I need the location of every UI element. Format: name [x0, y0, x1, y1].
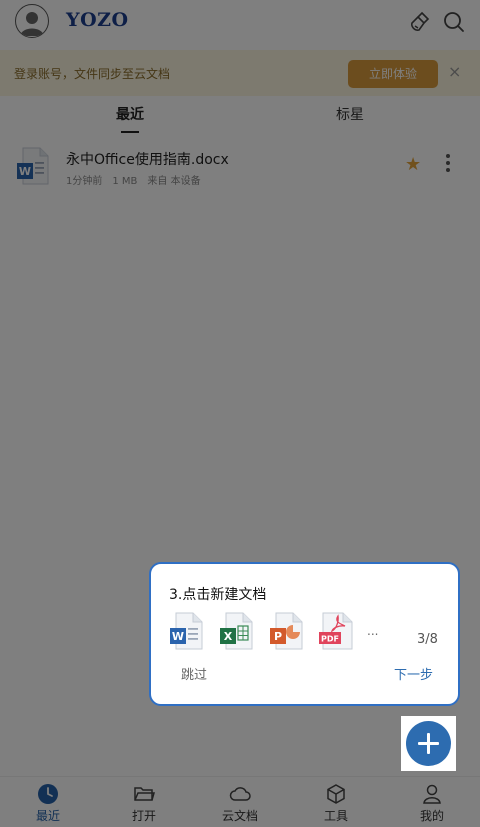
word-icon: W — [170, 612, 203, 650]
excel-icon: X — [220, 612, 253, 650]
guide-card: 3.点击新建文档 W X P PDF ... 3/8 跳过 下一步 — [149, 562, 460, 706]
svg-text:X: X — [224, 630, 233, 643]
guide-title: 3.点击新建文档 — [169, 587, 267, 603]
svg-text:PDF: PDF — [321, 635, 339, 644]
doc-type-icons: W X P PDF — [169, 612, 369, 650]
more-types-ellipsis: ... — [367, 624, 379, 638]
step-counter: 3/8 — [417, 632, 438, 647]
svg-text:P: P — [274, 630, 282, 643]
ppt-icon: P — [270, 612, 303, 650]
new-document-button[interactable] — [406, 721, 451, 766]
next-step-button[interactable]: 下一步 — [394, 664, 433, 683]
svg-text:W: W — [172, 630, 184, 643]
skip-button[interactable]: 跳过 — [181, 664, 207, 683]
pdf-icon: PDF — [319, 612, 353, 650]
